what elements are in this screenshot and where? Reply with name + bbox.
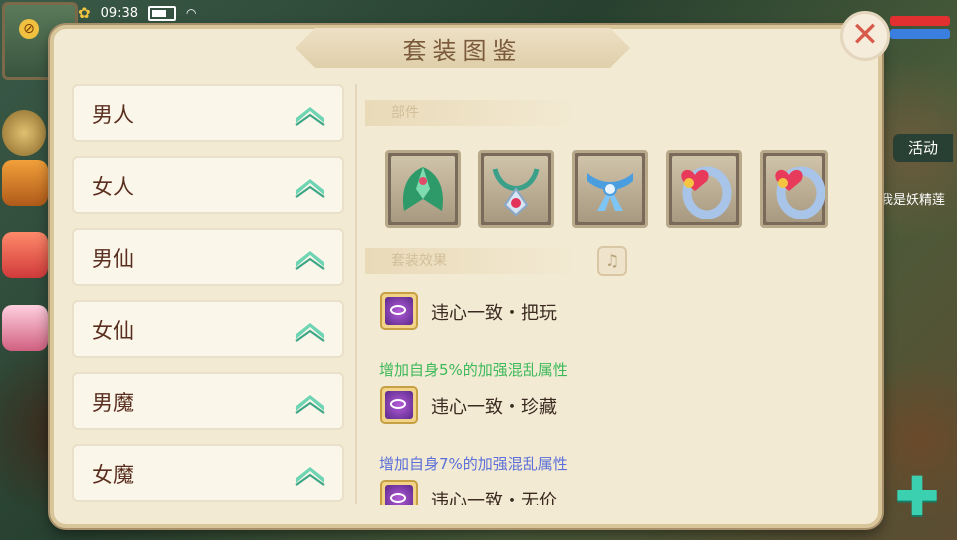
chevron-up-icon	[295, 179, 325, 198]
class-list: 男人 女人 男仙 女仙 男魔 女魔	[72, 84, 344, 504]
hp-bar	[890, 16, 950, 26]
heart-ring-icon	[681, 166, 732, 219]
clock: 09:38	[100, 5, 139, 21]
close-button[interactable]: ✕	[840, 11, 890, 61]
side-menu-button[interactable]	[2, 110, 46, 156]
eye-icon	[390, 493, 406, 503]
effect-description: 增加自身7%的加强混乱属性	[379, 455, 568, 473]
class-item-male-human[interactable]: 男人	[72, 84, 344, 142]
heart-ring-icon	[775, 166, 825, 219]
wifi-icon: ◠	[186, 6, 197, 20]
mp-bar	[890, 29, 950, 39]
status-bar: ✿ 09:38 ◠	[78, 3, 197, 23]
effect-row-clip: 违心一致・无价	[370, 475, 850, 505]
class-item-female-human[interactable]: 女人	[72, 156, 344, 214]
panel-title: 套装图鉴	[402, 36, 523, 65]
item-slot-cloak[interactable]	[385, 150, 461, 228]
class-label: 女人	[92, 175, 134, 199]
class-item-male-immortal[interactable]: 男仙	[72, 228, 344, 286]
battery-icon	[148, 5, 177, 21]
effect-icon	[380, 292, 418, 330]
chevron-up-icon	[295, 323, 325, 342]
effect-description: 增加自身5%的加强混乱属性	[379, 361, 568, 379]
class-item-female-immortal[interactable]: 女仙	[72, 300, 344, 358]
plus-icon[interactable]: ✚	[893, 470, 941, 524]
blue-ribbon-icon	[587, 173, 633, 211]
side-event-button[interactable]	[2, 305, 48, 351]
parts-heading: 部件	[365, 100, 580, 126]
effect-icon	[380, 386, 418, 424]
class-label: 女魔	[92, 463, 134, 487]
effect-title: 违心一致・珍藏	[431, 397, 557, 418]
effect-icon	[380, 480, 418, 505]
effects-heading: 套装效果	[365, 248, 580, 274]
chevron-up-icon	[295, 251, 325, 270]
class-label: 男仙	[92, 247, 134, 271]
class-item-female-demon[interactable]: 女魔	[72, 444, 344, 502]
title-plate: 套装图鉴	[295, 28, 630, 68]
gear-icon: ✿	[78, 4, 91, 22]
item-slot-ring-1[interactable]	[666, 150, 742, 228]
player-status-bars	[890, 16, 950, 39]
side-note: 我是妖精莲	[880, 193, 946, 208]
eye-icon	[390, 305, 406, 315]
side-quest-button[interactable]	[2, 160, 48, 206]
class-label: 女仙	[92, 319, 134, 343]
item-slot-necklace[interactable]	[478, 150, 554, 228]
leaf-cloak-icon	[402, 167, 444, 211]
chevron-up-icon	[295, 467, 325, 486]
item-slot-ring-2[interactable]	[760, 150, 828, 228]
side-gift-button[interactable]	[2, 232, 48, 278]
activity-button[interactable]: 活动	[893, 134, 953, 162]
class-label: 男人	[92, 103, 134, 127]
info-icon[interactable]: ♫	[597, 246, 627, 276]
compass-icon: ⊘	[19, 19, 39, 39]
eye-icon	[390, 399, 406, 409]
effect-title: 违心一致・把玩	[431, 303, 557, 324]
class-item-male-demon[interactable]: 男魔	[72, 372, 344, 430]
pendant-necklace-icon	[492, 168, 540, 217]
panel-divider	[355, 84, 357, 504]
class-label: 男魔	[92, 391, 134, 415]
chevron-up-icon	[295, 395, 325, 414]
effect-title: 违心一致・无价	[431, 491, 557, 505]
item-slot-ribbon[interactable]	[572, 150, 648, 228]
chevron-up-icon	[295, 107, 325, 126]
